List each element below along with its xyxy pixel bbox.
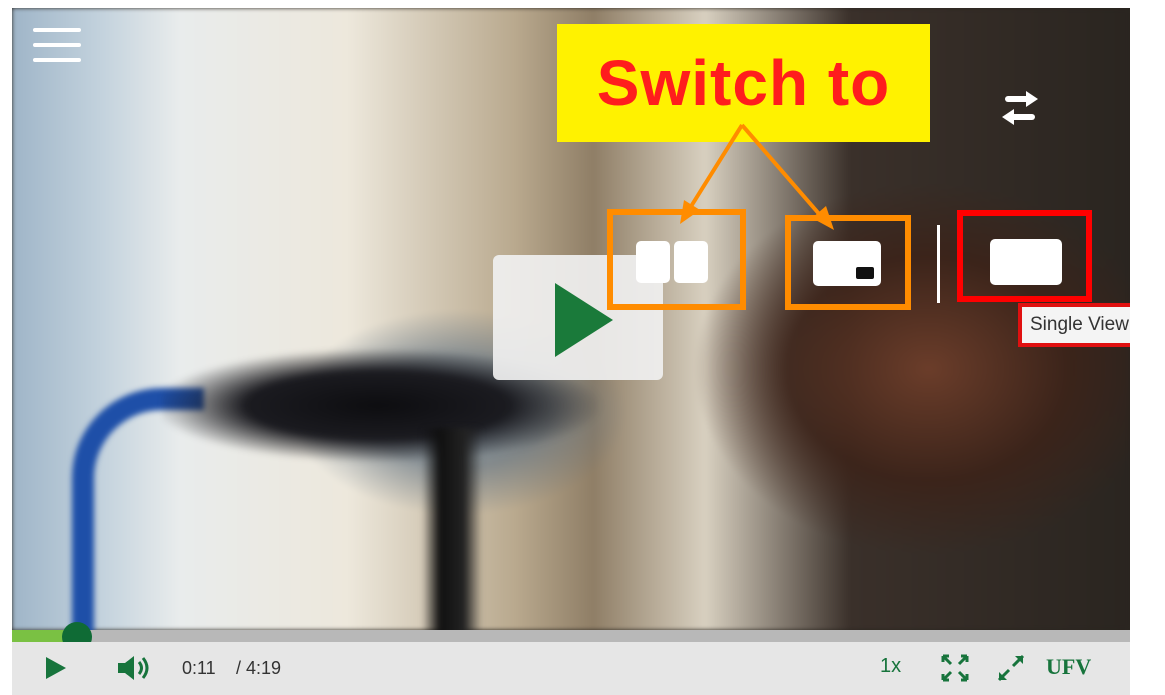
- hamburger-menu-icon[interactable]: [33, 28, 83, 68]
- duration: / 4:19: [236, 658, 282, 678]
- volume-icon[interactable]: [116, 654, 152, 682]
- progress-bar[interactable]: [12, 630, 1130, 642]
- play-icon[interactable]: [44, 655, 68, 681]
- video-player: Switch to Single View 0:11 / 4:19 1x UFV: [0, 0, 1130, 695]
- single-view-tooltip: Single View: [1018, 303, 1130, 347]
- ufv-logo[interactable]: UFV: [1046, 654, 1091, 680]
- single-view-highlight: [957, 210, 1092, 302]
- view-separator: [937, 225, 940, 303]
- side-by-side-highlight: [607, 209, 746, 310]
- callout-label: Switch to: [557, 24, 930, 142]
- picture-in-picture-highlight: [785, 215, 911, 310]
- fullscreen-icon[interactable]: [940, 653, 970, 683]
- menu-line: [33, 43, 81, 47]
- play-icon: [555, 283, 613, 357]
- menu-line: [33, 58, 81, 62]
- menu-line: [33, 28, 81, 32]
- video-stand: [422, 428, 482, 630]
- control-bar: 0:11 / 4:19 1x UFV: [12, 642, 1130, 695]
- expand-icon[interactable]: [995, 652, 1027, 684]
- current-time: 0:11: [182, 658, 216, 678]
- swap-arrows-icon[interactable]: [990, 85, 1050, 135]
- playback-speed-button[interactable]: 1x: [880, 655, 901, 678]
